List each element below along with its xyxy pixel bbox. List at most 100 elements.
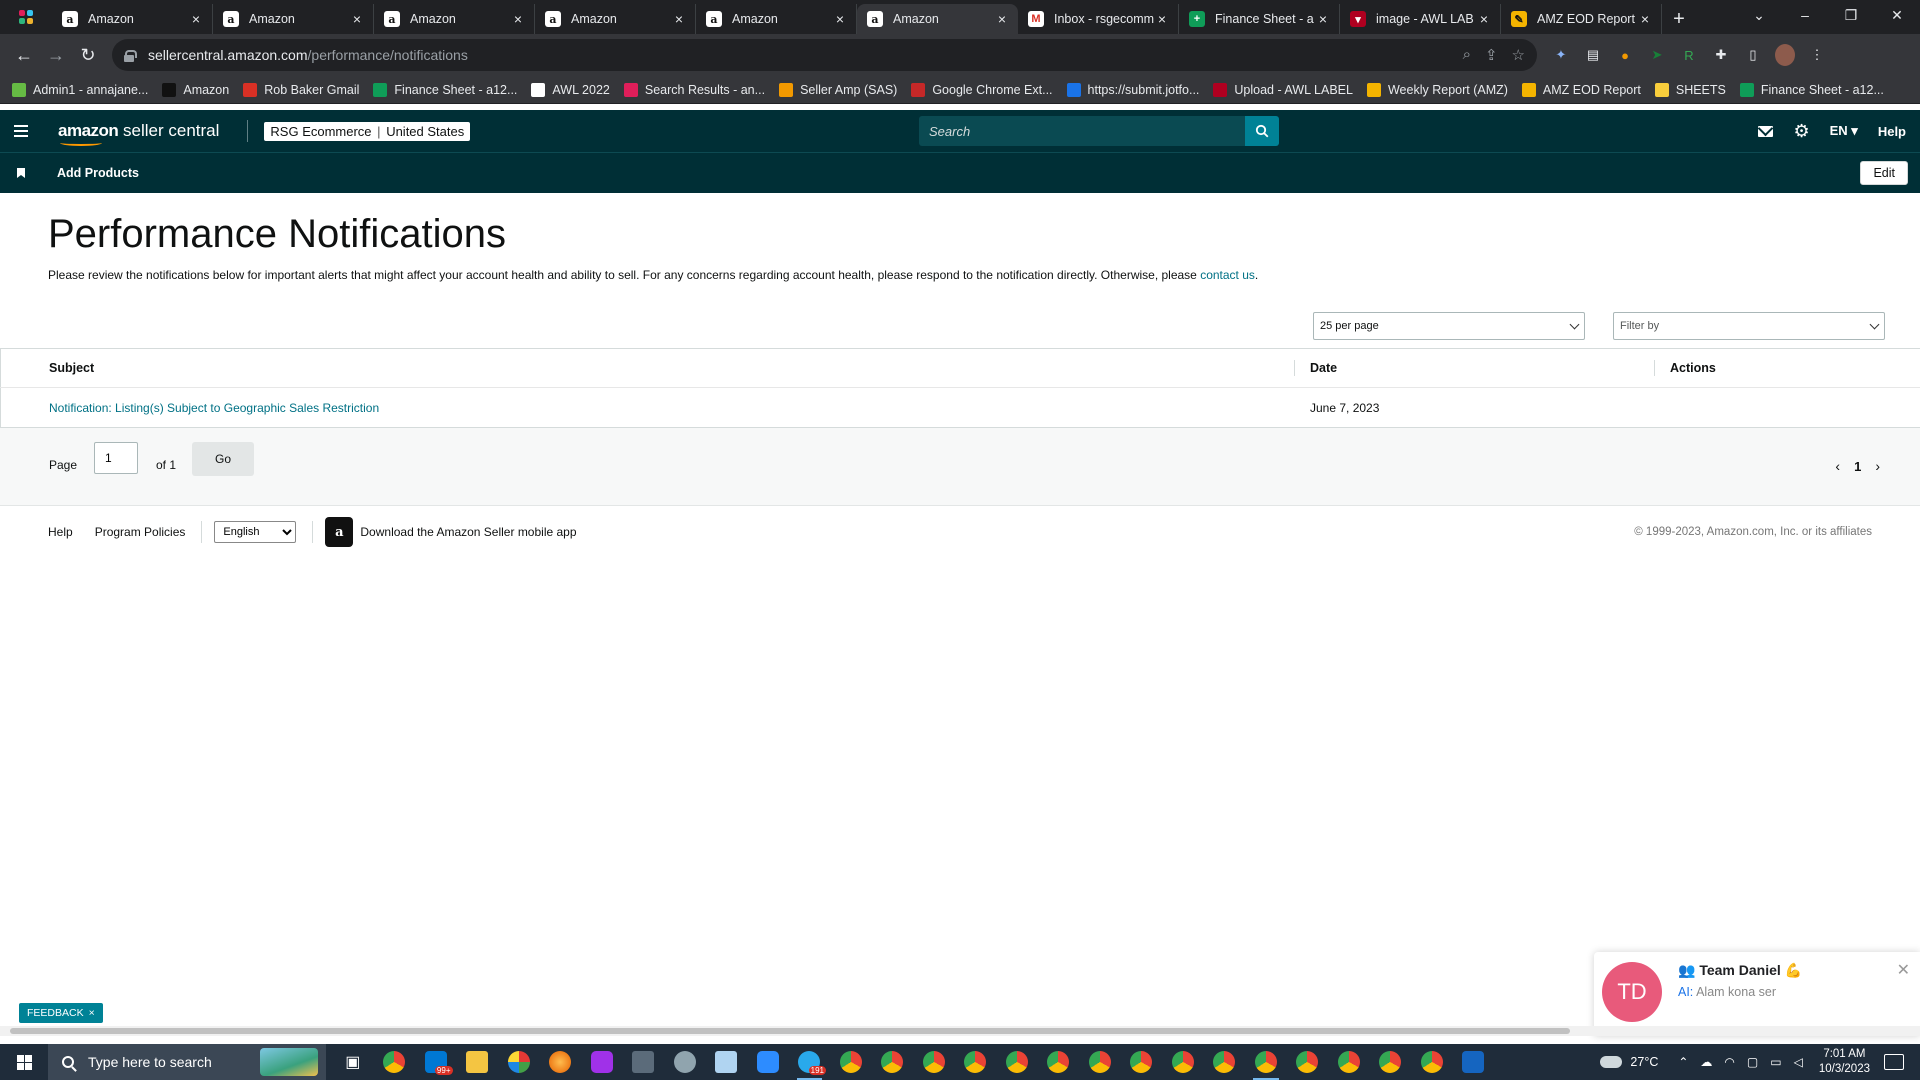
start-button[interactable] <box>0 1044 48 1080</box>
bookmark-item[interactable]: Rob Baker Gmail <box>243 82 359 97</box>
extension-orange-icon[interactable]: ● <box>1615 45 1635 65</box>
close-window-button[interactable]: ✕ <box>1874 0 1920 30</box>
close-icon[interactable]: × <box>349 11 365 27</box>
browser-tab[interactable]: ▾ image - AWL LAB × <box>1340 4 1501 34</box>
search-button[interactable] <box>1245 116 1279 146</box>
mail-taskbar-icon[interactable]: 99+ <box>415 1044 457 1080</box>
share-icon[interactable]: ⇪ <box>1485 46 1498 64</box>
tab-search-icon[interactable]: ⌄ <box>1736 0 1782 30</box>
filter-select[interactable]: Filter by <box>1613 312 1885 340</box>
next-page-icon[interactable]: › <box>1875 458 1880 474</box>
new-tab-button[interactable]: + <box>1662 4 1696 34</box>
wifi-icon[interactable]: ◠ <box>1724 1055 1734 1069</box>
r-app-icon[interactable] <box>1453 1044 1495 1080</box>
notification-center-icon[interactable] <box>1884 1054 1904 1070</box>
volume-icon[interactable]: ◁ <box>1794 1055 1803 1069</box>
language-selector[interactable]: EN ▾ <box>1830 123 1858 139</box>
chat-notification[interactable]: TD 👥 Team Daniel 💪 AI: Alam kona ser ✕ <box>1594 952 1920 1036</box>
current-page-number[interactable]: 1 <box>1854 459 1861 474</box>
close-icon[interactable]: × <box>188 11 204 27</box>
close-icon[interactable]: × <box>1476 11 1492 27</box>
browser-tab[interactable]: a Amazon × <box>52 4 213 34</box>
taskbar-search[interactable]: Type here to search <box>48 1044 326 1080</box>
hamburger-menu-icon[interactable] <box>0 110 42 152</box>
chrome-profile-icon[interactable] <box>1079 1044 1121 1080</box>
extension-off-icon[interactable]: ▤ <box>1583 45 1603 65</box>
help-link[interactable]: Help <box>1878 124 1906 139</box>
column-header-subject[interactable]: Subject <box>0 361 1294 375</box>
chrome-profile-icon[interactable] <box>1204 1044 1246 1080</box>
bookmark-item[interactable]: Google Chrome Ext... <box>911 82 1053 97</box>
camera-icon[interactable]: ▢ <box>1747 1055 1758 1069</box>
zoom-app-icon[interactable] <box>747 1044 789 1080</box>
file-explorer-icon[interactable] <box>457 1044 499 1080</box>
scrollbar-thumb[interactable] <box>10 1028 1570 1034</box>
extension-r-icon[interactable]: R <box>1679 45 1699 65</box>
extension-arrow-icon[interactable]: ➤ <box>1647 45 1667 65</box>
temperature[interactable]: 27°C <box>1630 1055 1658 1069</box>
search-input[interactable] <box>919 116 1245 146</box>
chrome-profile-icon[interactable] <box>1328 1044 1370 1080</box>
bookmark-item[interactable]: Finance Sheet - a12... <box>373 82 517 97</box>
chrome-profile-icon[interactable] <box>1287 1044 1329 1080</box>
go-button[interactable]: Go <box>192 442 254 476</box>
tray-chevron-icon[interactable]: ⌃ <box>1678 1055 1688 1069</box>
bookmark-star-icon[interactable]: ☆ <box>1512 46 1525 64</box>
settings-gear-icon[interactable]: ⚙ <box>1793 122 1809 140</box>
close-icon[interactable]: ✕ <box>1897 960 1910 980</box>
close-icon[interactable]: × <box>1637 11 1653 27</box>
back-button[interactable]: ← <box>8 39 40 71</box>
feedback-button[interactable]: FEEDBACK × <box>19 1003 103 1023</box>
app-purple-icon[interactable] <box>581 1044 623 1080</box>
bookmark-item[interactable]: Admin1 - annajane... <box>12 82 148 97</box>
per-page-select[interactable]: 25 per page <box>1313 312 1585 340</box>
task-view-icon[interactable]: ▣ <box>332 1044 374 1080</box>
contact-us-link[interactable]: contact us <box>1200 268 1255 282</box>
browser-tab[interactable]: a Amazon × <box>535 4 696 34</box>
bookmark-item[interactable]: Upload - AWL LABEL <box>1213 82 1353 97</box>
color-app-icon[interactable] <box>498 1044 540 1080</box>
horizontal-scrollbar[interactable] <box>0 1026 1920 1036</box>
browser-tab[interactable]: a Amazon × <box>213 4 374 34</box>
battery-icon[interactable]: ▭ <box>1770 1055 1781 1069</box>
close-icon[interactable]: × <box>994 11 1010 27</box>
chrome-profile-icon[interactable] <box>1162 1044 1204 1080</box>
browser-tab[interactable]: a Amazon × <box>696 4 857 34</box>
close-icon[interactable]: × <box>832 11 848 27</box>
chrome-profile-icon[interactable] <box>1038 1044 1080 1080</box>
footer-help-link[interactable]: Help <box>48 525 73 539</box>
browser-tab[interactable]: + Finance Sheet - a × <box>1179 4 1340 34</box>
close-icon[interactable]: × <box>1154 11 1170 27</box>
footer-language-select[interactable]: English <box>214 521 297 543</box>
extension-diamond-icon[interactable]: ✦ <box>1551 45 1571 65</box>
maximize-button[interactable]: ❐ <box>1828 0 1874 30</box>
calculator-icon[interactable] <box>623 1044 665 1080</box>
extensions-puzzle-icon[interactable]: ✚ <box>1711 45 1731 65</box>
notes-icon[interactable] <box>706 1044 748 1080</box>
clock[interactable]: 7:01 AM 10/3/2023 <box>1819 1047 1870 1077</box>
chrome-profile-icon[interactable] <box>1121 1044 1163 1080</box>
chrome-profile-icon[interactable] <box>913 1044 955 1080</box>
bookmark-item[interactable]: Seller Amp (SAS) <box>779 82 897 97</box>
bookmark-item[interactable]: Amazon <box>162 82 229 97</box>
bookmark-item[interactable]: Weekly Report (AMZ) <box>1366 82 1508 97</box>
profile-avatar[interactable] <box>1775 44 1795 66</box>
edit-shortcuts-button[interactable]: Edit <box>1860 161 1908 185</box>
messages-icon[interactable] <box>1758 125 1774 137</box>
chrome-profile-icon[interactable] <box>1411 1044 1453 1080</box>
weather-icon[interactable] <box>1600 1056 1623 1068</box>
address-bar[interactable]: sellercentral.amazon.com/performance/not… <box>112 39 1537 71</box>
close-icon[interactable]: × <box>510 11 526 27</box>
chrome-profile-icon[interactable] <box>1370 1044 1412 1080</box>
side-panel-icon[interactable]: ▯ <box>1743 45 1763 65</box>
chrome-active-icon[interactable] <box>1245 1044 1287 1080</box>
chrome-profile-icon[interactable] <box>996 1044 1038 1080</box>
close-icon[interactable]: × <box>89 1007 95 1019</box>
menu-dots-icon[interactable]: ⋮ <box>1807 45 1827 65</box>
bookmark-item[interactable]: https://submit.jotfo... <box>1066 82 1199 97</box>
page-number-input[interactable] <box>94 442 138 474</box>
bookmark-item[interactable]: SHEETS <box>1654 82 1726 97</box>
firefox-icon[interactable] <box>540 1044 582 1080</box>
forward-button[interactable]: → <box>40 39 72 71</box>
minimize-button[interactable]: – <box>1782 0 1828 30</box>
